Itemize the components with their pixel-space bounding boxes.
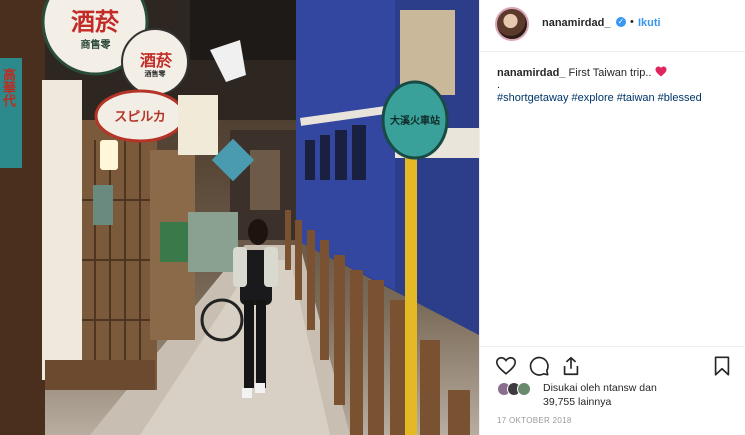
sign-sake2-text: 酒菸 <box>139 51 172 70</box>
hashtag-list: #shortgetaway #explore #taiwan #blessed <box>497 91 737 106</box>
likes-line-1: Disukai oleh ntansw dan <box>543 382 657 394</box>
red-heart-emoji-icon <box>655 66 667 79</box>
post-photo[interactable]: 酒菸 商售零 酒菸 酒售零 スピルカ 大溪火車站 高華代 <box>0 0 479 435</box>
heart-outline-icon[interactable] <box>495 355 517 377</box>
sign-supica-text: スピルカ <box>114 110 166 125</box>
likes-summary: Disukai oleh ntansw dan 39,755 lainnya <box>497 381 737 411</box>
caption: nanamirdad_ First Taiwan trip.. . #short… <box>497 66 737 106</box>
sign-sake-text: 酒菸 <box>71 8 119 36</box>
sign-left-vertical-text: 高華代 <box>0 68 15 107</box>
street-scene-image <box>0 0 479 435</box>
dot-separator: • <box>630 16 634 28</box>
bookmark-icon[interactable] <box>711 355 733 377</box>
action-bar <box>480 346 745 386</box>
post-side-panel: nanamirdad_ ✓ • Ikuti nanamirdad_ First … <box>479 0 745 435</box>
hashtag-link[interactable]: #explore <box>572 92 614 104</box>
post-header: nanamirdad_ ✓ • Ikuti <box>480 0 745 52</box>
follow-button[interactable]: Ikuti <box>638 17 661 29</box>
liker-avatar[interactable] <box>517 382 531 396</box>
hashtag-link[interactable]: #shortgetaway <box>497 92 569 104</box>
caption-username[interactable]: nanamirdad_ <box>497 67 565 79</box>
hashtag-link[interactable]: #blessed <box>658 92 702 104</box>
comment-bubble-icon[interactable] <box>528 355 550 377</box>
likes-text[interactable]: Disukai oleh ntansw dan 39,755 lainnya <box>543 381 733 409</box>
verified-badge-icon: ✓ <box>616 17 626 27</box>
avatar[interactable] <box>495 7 529 41</box>
caption-dot: . <box>497 79 501 91</box>
hashtag-link[interactable]: #taiwan <box>617 92 655 104</box>
sign-sake-subtext: 商售零 <box>80 40 111 51</box>
sign-sake2-subtext: 酒售零 <box>144 70 166 78</box>
post-date[interactable]: 17 OKTOBER 2018 <box>497 416 572 425</box>
sign-train-station-text: 大溪火車站 <box>390 116 440 127</box>
share-upload-icon[interactable] <box>560 355 582 377</box>
header-username[interactable]: nanamirdad_ <box>542 17 610 29</box>
caption-text: First Taiwan trip.. <box>565 67 652 79</box>
likes-line-2: 39,755 lainnya <box>543 396 612 408</box>
